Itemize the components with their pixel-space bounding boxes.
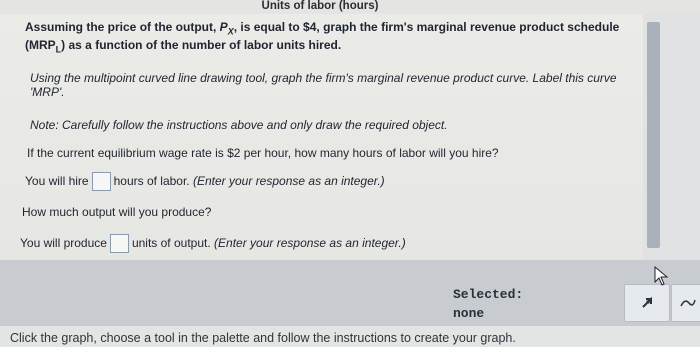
tool-instruction: Using the multipoint curved line drawing…	[30, 71, 617, 99]
produce-suffix: units of output.	[131, 236, 211, 250]
question-text: Assuming the price of the output, PX, is…	[25, 20, 619, 57]
output-question: How much output will you produce?	[22, 205, 212, 219]
wage-question: If the current equilibrium wage rate is …	[27, 146, 499, 160]
hire-prefix: You will hire	[25, 174, 89, 188]
question-line2-post: ) as a function of the number of labor u…	[61, 38, 342, 53]
produce-hint: (Enter your response as an integer.)	[214, 236, 406, 250]
question-line2-pre: (MRP	[25, 38, 56, 53]
selected-value: none	[453, 306, 485, 321]
hire-input[interactable]	[91, 172, 111, 192]
tool-palette-area	[0, 260, 700, 326]
mouse-cursor-icon	[654, 266, 669, 286]
footer-instruction: Click the graph, choose a tool in the pa…	[10, 331, 516, 345]
produce-prefix: You will produce	[20, 236, 107, 250]
scrollbar-thumb[interactable]	[647, 22, 660, 248]
tool-instruction-line1: Using the multipoint curved line drawing…	[30, 71, 617, 85]
hire-suffix: hours of labor.	[113, 174, 190, 188]
price-symbol: P	[219, 20, 228, 34]
question-line1-pre: Assuming the price of the output,	[25, 20, 220, 34]
x-axis-label: Units of labor (hours)	[261, 0, 379, 12]
produce-input[interactable]	[109, 234, 129, 254]
question-line1-post: , is equal to $4, graph the firm's margi…	[233, 20, 620, 34]
hire-hint: (Enter your response as an integer.)	[193, 174, 385, 188]
select-arrow-icon	[642, 296, 652, 308]
note-text: Note: Carefully follow the instructions …	[30, 118, 448, 132]
hire-row: You will hire hours of labor. (Enter your…	[25, 172, 385, 192]
curve-tool-button[interactable]	[671, 284, 700, 322]
produce-row: You will produce units of output. (Enter …	[20, 234, 406, 254]
curve-tool-icon	[680, 299, 696, 307]
tool-instruction-line2: 'MRP'.	[30, 85, 65, 99]
selected-label: Selected:	[453, 287, 524, 302]
select-tool-button[interactable]	[624, 284, 670, 322]
